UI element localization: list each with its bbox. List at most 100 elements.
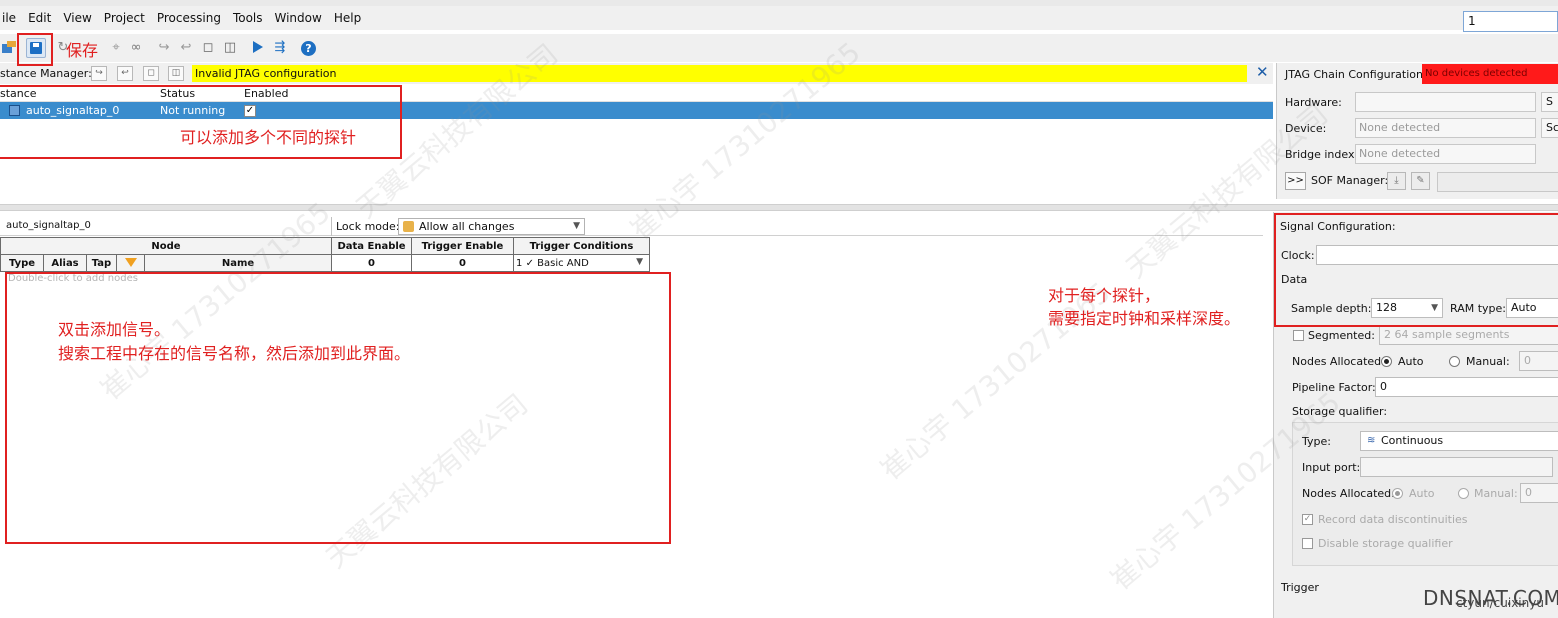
- storage-manual-radio[interactable]: [1458, 488, 1469, 499]
- quick-search-input[interactable]: 1: [1463, 11, 1558, 32]
- nodes-auto-radio[interactable]: [1381, 356, 1392, 367]
- sof-manager-label: SOF Manager:: [1311, 174, 1389, 187]
- segmented-select[interactable]: 2 64 sample segments: [1379, 325, 1558, 345]
- header-node: Node: [0, 237, 332, 255]
- stop-icon[interactable]: ◻: [200, 41, 216, 55]
- bridge-index-label: Bridge index:: [1285, 148, 1359, 161]
- signal-annotation-line2: 需要指定时钟和采样深度。: [1048, 309, 1241, 328]
- storage-manual-label: Manual:: [1474, 487, 1518, 500]
- run-icon[interactable]: [253, 41, 263, 53]
- trigger-cond-checkbox[interactable]: ✓: [526, 258, 534, 269]
- storage-qualifier-group: Type: ≋ Continuous Input port: Nodes All…: [1292, 422, 1558, 566]
- step-icon[interactable]: ↩: [178, 41, 194, 55]
- nodes-manual-input[interactable]: 0: [1519, 351, 1558, 371]
- attach-file-icon[interactable]: ✎: [1411, 172, 1430, 190]
- stop-analysis-icon[interactable]: ◻: [143, 66, 159, 81]
- input-port-field[interactable]: [1360, 457, 1553, 477]
- sof-file-field[interactable]: [1437, 172, 1558, 192]
- instance-manager-label: stance Manager:: [0, 67, 92, 80]
- jtag-status: No devices detected: [1422, 64, 1558, 84]
- storage-auto-label: Auto: [1409, 487, 1435, 500]
- segmented-label: Segmented:: [1308, 329, 1375, 342]
- help-icon[interactable]: ?: [301, 41, 316, 56]
- close-icon[interactable]: ✕: [1256, 65, 1269, 80]
- storage-type-label: Type:: [1302, 435, 1331, 448]
- trigger-condition-select[interactable]: 1 ✓ Basic AND ▼: [513, 254, 650, 272]
- pipeline-factor-input[interactable]: 0: [1375, 377, 1558, 397]
- storage-manual-input[interactable]: 0: [1520, 483, 1558, 503]
- autorun-analysis-icon[interactable]: ⇶: [272, 41, 288, 55]
- pipeline-factor-label: Pipeline Factor:: [1292, 381, 1376, 394]
- segmented-checkbox[interactable]: [1293, 330, 1304, 341]
- menu-view[interactable]: View: [63, 11, 91, 25]
- menu-processing[interactable]: Processing: [157, 11, 221, 25]
- menu-project[interactable]: Project: [104, 11, 145, 25]
- storage-auto-radio[interactable]: [1392, 488, 1403, 499]
- col-name[interactable]: Name: [144, 254, 332, 272]
- disable-storage-label: Disable storage qualifier: [1318, 537, 1453, 550]
- col-alias[interactable]: Alias: [43, 254, 87, 272]
- trigger-cond-index: 1: [516, 257, 523, 269]
- main-toolbar: ↻ ⌖ ∞ ↪ ↩ ◻ ◫ ⇶ ?: [0, 34, 1558, 62]
- nodes-manual-radio[interactable]: [1449, 356, 1460, 367]
- scan-chain-button[interactable]: Sc: [1541, 118, 1558, 138]
- jtag-title: JTAG Chain Configuration:: [1285, 68, 1427, 81]
- input-port-label: Input port:: [1302, 461, 1361, 474]
- chevron-down-icon: ▼: [573, 221, 580, 231]
- continuous-icon: ≋: [1367, 435, 1376, 446]
- author-credit: ctyun/cuixinyu: [1456, 596, 1544, 610]
- split-icon[interactable]: ◫: [222, 41, 238, 55]
- instance-tab[interactable]: auto_signaltap_0: [0, 217, 332, 236]
- filter-icon[interactable]: [116, 254, 145, 272]
- col-tap[interactable]: Tap: [86, 254, 117, 272]
- header-data-enable: Data Enable: [331, 237, 412, 255]
- run-analysis-icon[interactable]: ↪: [91, 66, 107, 81]
- record-discontinuities-label: Record data discontinuities: [1318, 513, 1468, 526]
- run-once-icon[interactable]: ↪: [156, 41, 172, 55]
- panel-splitter[interactable]: [0, 204, 1558, 211]
- storage-type-select[interactable]: ≋ Continuous: [1360, 431, 1558, 451]
- device-select[interactable]: None detected: [1355, 118, 1536, 138]
- menu-help[interactable]: Help: [334, 11, 361, 25]
- jtag-warning-message: Invalid JTAG configuration: [192, 65, 1247, 82]
- nodes-manual-label: Manual:: [1466, 355, 1510, 368]
- record-discontinuities-checkbox[interactable]: ✓: [1302, 514, 1313, 525]
- autorun-icon[interactable]: ⌖: [108, 41, 124, 55]
- disable-storage-checkbox[interactable]: [1302, 538, 1313, 549]
- save-annotation: 保存: [66, 41, 99, 60]
- device-label: Device:: [1285, 122, 1327, 135]
- menu-window[interactable]: Window: [275, 11, 322, 25]
- menu-tools[interactable]: Tools: [233, 11, 263, 25]
- nodes-annotation-box: [5, 272, 671, 544]
- trigger-enable-count: 0: [411, 254, 514, 272]
- col-type[interactable]: Type: [0, 254, 44, 272]
- menu-edit[interactable]: Edit: [28, 11, 51, 25]
- hardware-select[interactable]: [1355, 92, 1536, 112]
- menu-bar: ile Edit View Project Processing Tools W…: [0, 6, 1558, 30]
- chevron-down-icon: ▼: [636, 257, 643, 267]
- lock-mode-label: Lock mode:: [336, 220, 400, 233]
- lock-icon: [403, 221, 414, 232]
- menu-file[interactable]: ile: [2, 11, 16, 25]
- storage-nodes-allocated-label: Nodes Allocated:: [1302, 487, 1395, 500]
- trigger-label: Trigger: [1281, 581, 1319, 594]
- read-data-icon[interactable]: ◫: [168, 66, 184, 81]
- program-device-icon[interactable]: ⤓: [1387, 172, 1406, 190]
- signal-annotation-line1: 对于每个探针，: [1048, 286, 1161, 305]
- node-table: Node Data Enable Trigger Enable Trigger …: [0, 237, 650, 272]
- data-enable-count: 0: [331, 254, 412, 272]
- trigger-cond-value: Basic AND: [537, 257, 589, 269]
- save-annotation-box: [17, 33, 53, 66]
- storage-qualifier-label: Storage qualifier:: [1292, 405, 1388, 418]
- bridge-index-select[interactable]: None detected: [1355, 144, 1536, 164]
- binoculars-icon[interactable]: ∞: [128, 41, 144, 55]
- new-file-icon[interactable]: [1, 41, 17, 55]
- hardware-label: Hardware:: [1285, 96, 1342, 109]
- sof-expand-button[interactable]: >>: [1285, 172, 1306, 190]
- instance-manager-bar: stance Manager: ↪ ↩ ◻ ◫ Invalid JTAG con…: [0, 63, 1273, 84]
- hardware-setup-button[interactable]: S: [1541, 92, 1558, 112]
- lock-mode-select[interactable]: Allow all changes ▼: [398, 218, 585, 235]
- nodes-annotation-line2: 搜索工程中存在的信号名称，然后添加到此界面。: [58, 344, 411, 363]
- lock-mode-value: Allow all changes: [419, 220, 515, 233]
- autorun-icon[interactable]: ↩: [117, 66, 133, 81]
